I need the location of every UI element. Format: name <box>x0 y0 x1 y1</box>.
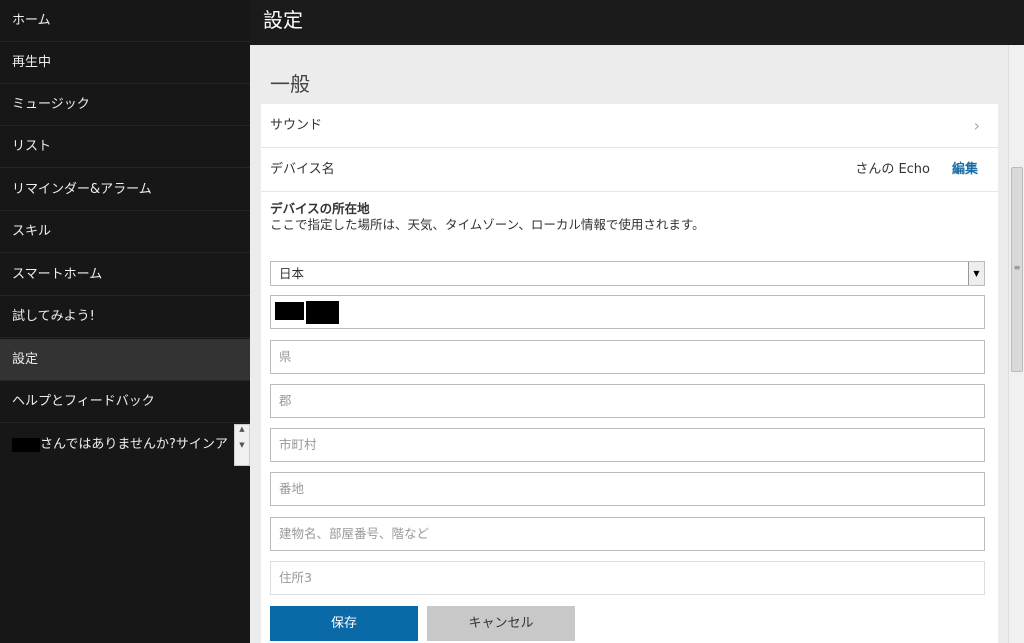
sidebar-item-try[interactable]: 試してみよう! <box>0 296 250 338</box>
sidebar-item-smart-home[interactable]: スマートホーム <box>0 254 250 296</box>
location-info: デバイスの所在地 ここで指定した場所は、天気、タイムゾーン、ローカル情報で使用さ… <box>270 201 705 233</box>
save-button[interactable]: 保存 <box>270 606 418 641</box>
cancel-button[interactable]: キャンセル <box>427 606 575 641</box>
postal-code-input[interactable] <box>270 295 985 329</box>
sound-label: サウンド <box>270 118 323 133</box>
address3-input[interactable]: 住所3 <box>270 561 985 595</box>
sidebar-scrollbar[interactable]: ▲ ▼ <box>234 424 250 466</box>
sidebar-item-signin[interactable]: さんではありませんか?サインア <box>0 424 250 466</box>
device-name-row: デバイス名 さんの Echo 編集 <box>261 148 998 192</box>
city-input[interactable]: 市町村 <box>270 428 985 462</box>
sidebar-item-skills[interactable]: スキル <box>0 211 250 253</box>
edit-link[interactable]: 編集 <box>952 148 978 192</box>
location-description: ここで指定した場所は、天気、タイムゾーン、ローカル情報で使用されます。 <box>270 217 705 232</box>
sidebar-item-lists[interactable]: リスト <box>0 126 250 168</box>
sidebar-item-home[interactable]: ホーム <box>0 0 250 42</box>
sidebar-item-music[interactable]: ミュージック <box>0 84 250 126</box>
signin-text: さんではありませんか?サインア <box>40 437 228 452</box>
location-title: デバイスの所在地 <box>270 201 370 216</box>
section-title: 一般 <box>270 72 310 96</box>
country-value: 日本 <box>279 266 305 281</box>
main-scrollbar[interactable]: ≡ <box>1008 45 1024 643</box>
dropdown-arrow-icon[interactable]: ▼ <box>968 262 984 285</box>
device-name-value: さんの Echo <box>855 162 930 177</box>
redacted-postal <box>306 301 339 324</box>
chevron-right-icon: › <box>973 116 980 135</box>
sidebar-item-settings[interactable]: 設定 <box>0 339 250 381</box>
sidebar-item-reminders[interactable]: リマインダー&アラーム <box>0 169 250 211</box>
sound-row[interactable]: サウンド › <box>261 104 998 148</box>
redacted-postal <box>275 302 304 320</box>
sidebar-item-help[interactable]: ヘルプとフィードバック <box>0 381 250 423</box>
sidebar: ホーム 再生中 ミュージック リスト リマインダー&アラーム スキル スマートホ… <box>0 0 250 643</box>
country-select[interactable]: 日本 ▼ <box>270 261 985 286</box>
county-input[interactable]: 郡 <box>270 384 985 418</box>
prefecture-input[interactable]: 県 <box>270 340 985 374</box>
page-title: 設定 <box>250 0 1024 45</box>
scrollbar-thumb[interactable]: ≡ <box>1011 167 1023 372</box>
building-input[interactable]: 建物名、部屋番号、階など <box>270 517 985 551</box>
redacted-name <box>12 437 40 452</box>
sidebar-item-now-playing[interactable]: 再生中 <box>0 42 250 84</box>
street-input[interactable]: 番地 <box>270 472 985 506</box>
device-name-label: デバイス名 <box>270 162 335 177</box>
